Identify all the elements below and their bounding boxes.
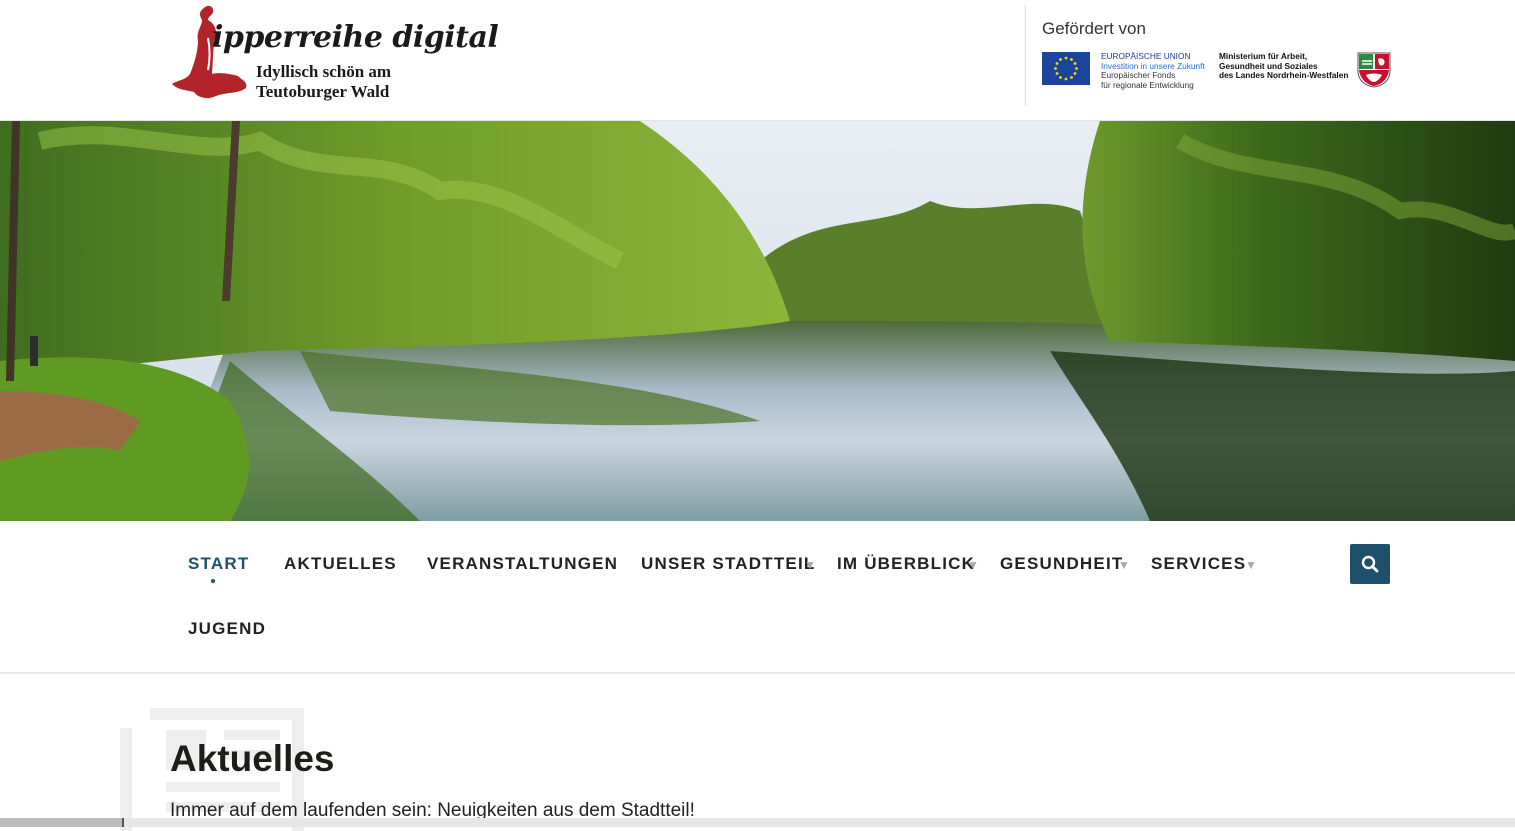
search-button[interactable] [1350, 544, 1390, 584]
scrollbar-thumb[interactable] [0, 818, 124, 827]
chevron-down-icon[interactable]: ▼ [1118, 558, 1130, 572]
main-content: Aktuelles Immer auf dem laufenden sein: … [0, 676, 1515, 831]
logo-tagline: Idyllisch schön am Teutoburger Wald [256, 62, 392, 101]
eu-funding-text: EUROPÄISCHE UNION Investition in unsere … [1101, 51, 1205, 90]
nav-item-gesundheit[interactable]: GESUNDHEIT [1000, 554, 1123, 574]
page-title: Aktuelles [170, 738, 335, 779]
site-logo[interactable]: ipperreihe digital Idyllisch schön am Te… [168, 2, 499, 106]
nav-item-im-ueberblick[interactable]: IM ÜBERBLICK [837, 554, 975, 574]
eu-flag-icon [1042, 52, 1090, 85]
nav-item-jugend[interactable]: JUGEND [188, 619, 266, 639]
logo-title: ipperreihe digital [212, 20, 499, 55]
nav-item-services[interactable]: SERVICES [1151, 554, 1246, 574]
chevron-down-icon[interactable]: ▼ [967, 558, 979, 572]
search-icon [1361, 555, 1379, 573]
nav-item-veranstaltungen[interactable]: VERANSTALTUNGEN [427, 554, 618, 574]
nav-item-aktuelles[interactable]: AKTUELLES [284, 554, 397, 574]
active-indicator [211, 579, 215, 583]
chevron-down-icon[interactable]: ▼ [1245, 558, 1257, 572]
site-header: ipperreihe digital Idyllisch schön am Te… [0, 0, 1515, 121]
main-nav: START AKTUELLES VERANSTALTUNGEN UNSER ST… [0, 521, 1515, 674]
nrw-crest-icon [1357, 52, 1391, 88]
chevron-down-icon[interactable]: ▼ [804, 558, 816, 572]
ministry-text: Ministerium für Arbeit, Gesundheit und S… [1219, 51, 1349, 80]
sponsor-label: Gefördert von [1042, 19, 1146, 38]
horizontal-scrollbar[interactable] [0, 818, 1515, 827]
sponsor-block: Gefördert von EUROPÄISCHE UNION Investit… [1025, 5, 1400, 106]
nav-item-start[interactable]: START [188, 554, 249, 574]
nav-item-unser-stadtteil[interactable]: UNSER STADTTEIL [641, 554, 815, 574]
hero-image [0, 121, 1515, 521]
